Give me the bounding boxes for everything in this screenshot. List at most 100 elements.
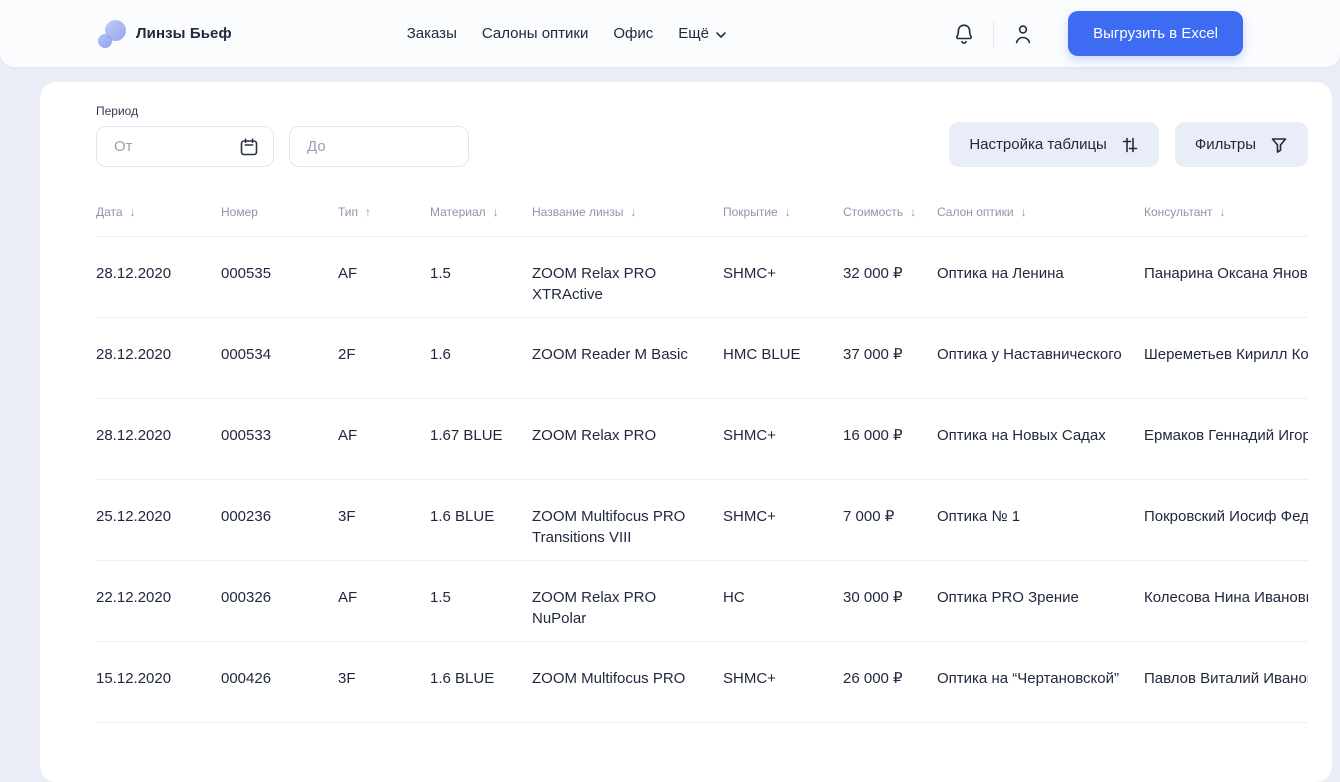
table-row[interactable]: 28.12.2020 000533 AF 1.67 BLUE ZOOM Rela… [96, 398, 1308, 479]
cell-lens-name: ZOOM Multifocus PRO [532, 670, 686, 687]
cell-lens-name: ZOOM Reader M Basic [532, 346, 688, 363]
cell-number: 000535 [221, 265, 272, 282]
cell-material: 1.5 [430, 589, 451, 606]
cell-number: 000326 [221, 589, 272, 606]
cell-date: 15.12.2020 [96, 670, 172, 687]
period-to-field [289, 126, 469, 167]
column-header-salon[interactable]: Салон оптики ↓ [937, 205, 1144, 219]
cell-salon: Оптика на “Чертановской” [937, 670, 1119, 687]
orders-panel: Период Настройка таблицы [40, 82, 1332, 782]
table-row[interactable]: 28.12.2020 000534 2F 1.6 ZOOM Reader M B… [96, 317, 1308, 398]
column-header-consultant[interactable]: Консультант ↓ [1144, 205, 1308, 219]
cell-consultant: Ермаков Геннадий Игор [1144, 427, 1308, 444]
cell-date: 22.12.2020 [96, 589, 172, 606]
cell-material: 1.67 BLUE [430, 427, 503, 444]
cell-lens-name: ZOOM Multifocus PRO Transitions VIII [532, 508, 686, 546]
sort-desc-icon: ↓ [1020, 205, 1027, 219]
export-excel-button[interactable]: Выгрузить в Excel [1068, 11, 1243, 56]
nav-item-orders[interactable]: Заказы [407, 25, 457, 42]
cell-consultant: Шереметьев Кирилл Ко [1144, 346, 1308, 363]
cell-number: 000533 [221, 427, 272, 444]
cell-price: 16 000 ₽ [843, 427, 903, 444]
cell-number: 000534 [221, 346, 272, 363]
top-navigation-bar: Линзы Бьеф Заказы Салоны оптики Офис Ещё… [0, 0, 1340, 67]
cell-consultant: Покровский Иосиф Фед [1144, 508, 1308, 525]
cell-consultant: Колесова Нина Ивановн [1144, 589, 1308, 606]
cell-type: AF [338, 589, 358, 606]
table-row[interactable]: 25.12.2020 000236 3F 1.6 BLUE ZOOM Multi… [96, 479, 1308, 560]
nav-item-optics-salons[interactable]: Салоны оптики [482, 25, 589, 42]
column-header-lens-name[interactable]: Название линзы ↓ [532, 205, 723, 219]
brand-logo[interactable]: Линзы Бьеф [98, 19, 232, 48]
nav-more-label: Ещё [678, 25, 709, 42]
orders-table: Дата ↓ Номер Тип ↑ Материал ↓ Название линз… [96, 205, 1308, 722]
sort-asc-icon: ↑ [365, 205, 372, 219]
cell-coating: HMC BLUE [723, 346, 801, 363]
cell-coating: SHMC+ [723, 265, 776, 282]
cell-type: AF [338, 265, 358, 282]
sort-desc-icon: ↓ [1219, 205, 1226, 219]
filters-label: Фильтры [1194, 136, 1256, 153]
cell-coating: SHMC+ [723, 427, 776, 444]
brand-name: Линзы Бьеф [136, 25, 232, 42]
cell-salon: Оптика № 1 [937, 508, 1021, 525]
cell-type: 2F [338, 346, 356, 363]
column-header-type[interactable]: Тип ↑ [338, 205, 430, 219]
table-settings-label: Настройка таблицы [969, 136, 1107, 153]
table-body: 28.12.2020 000535 AF 1.5 ZOOM Relax PRO … [96, 236, 1308, 722]
table-row[interactable]: 22.12.2020 000326 AF 1.5 ZOOM Relax PRO … [96, 560, 1308, 641]
header-divider [993, 20, 995, 47]
column-header-date[interactable]: Дата ↓ [96, 205, 221, 219]
column-header-material[interactable]: Материал ↓ [430, 205, 532, 219]
cell-consultant: Павлов Виталий Иванов [1144, 670, 1308, 687]
cell-material: 1.5 [430, 265, 451, 282]
cell-price: 30 000 ₽ [843, 589, 903, 606]
cell-salon: Оптика на Ленина [937, 265, 1064, 282]
bell-icon [956, 23, 973, 44]
cell-material: 1.6 BLUE [430, 670, 495, 687]
cell-coating: HC [723, 589, 745, 606]
sliders-icon [1122, 137, 1138, 152]
cell-coating: SHMC+ [723, 508, 776, 525]
cell-salon: Оптика на Новых Садах [937, 427, 1106, 444]
filters-button[interactable]: Фильтры [1174, 122, 1308, 167]
table-row[interactable]: 15.12.2020 000426 3F 1.6 BLUE ZOOM Multi… [96, 641, 1308, 722]
cell-number: 000236 [221, 508, 272, 525]
main-nav: Заказы Салоны оптики Офис Ещё [407, 25, 726, 42]
sort-desc-icon: ↓ [492, 205, 499, 219]
header-actions: Выгрузить в Excel [950, 11, 1243, 56]
period-to-input[interactable] [290, 127, 468, 166]
cell-material: 1.6 [430, 346, 451, 363]
cell-price: 37 000 ₽ [843, 346, 903, 363]
table-settings-button[interactable]: Настройка таблицы [949, 122, 1159, 167]
table-header-row: Дата ↓ Номер Тип ↑ Материал ↓ Название линз… [96, 205, 1308, 236]
table-row[interactable]: 28.12.2020 000535 AF 1.5 ZOOM Relax PRO … [96, 236, 1308, 317]
cell-price: 32 000 ₽ [843, 265, 903, 282]
column-header-coating[interactable]: Покрытие ↓ [723, 205, 843, 219]
profile-button[interactable] [1009, 19, 1037, 49]
cell-salon: Оптика PRO Зрение [937, 589, 1079, 606]
column-header-number[interactable]: Номер [221, 205, 338, 219]
cell-price: 7 000 ₽ [843, 508, 895, 525]
table-toolbar: Настройка таблицы Фильтры [949, 122, 1308, 167]
sort-desc-icon: ↓ [630, 205, 637, 219]
cell-lens-name: ZOOM Relax PRO NuPolar [532, 589, 657, 627]
period-label: Период [96, 104, 139, 118]
funnel-icon [1271, 137, 1287, 153]
brand-logo-icon [98, 19, 126, 48]
nav-item-more[interactable]: Ещё [678, 25, 726, 42]
column-header-price[interactable]: Стоимость ↓ [843, 205, 937, 219]
cell-material: 1.6 BLUE [430, 508, 495, 525]
nav-item-office[interactable]: Офис [613, 25, 653, 42]
chevron-down-icon [716, 31, 726, 38]
cell-lens-name: ZOOM Relax PRO [532, 427, 657, 444]
cell-number: 000426 [221, 670, 272, 687]
cell-price: 26 000 ₽ [843, 670, 903, 687]
calendar-icon[interactable] [239, 137, 259, 157]
notifications-button[interactable] [950, 19, 978, 49]
sort-desc-icon: ↓ [784, 205, 791, 219]
cell-coating: SHMC+ [723, 670, 776, 687]
period-from-field [96, 126, 274, 167]
sort-desc-icon: ↓ [910, 205, 917, 219]
cell-consultant: Панарина Оксана Яновн [1144, 265, 1308, 282]
